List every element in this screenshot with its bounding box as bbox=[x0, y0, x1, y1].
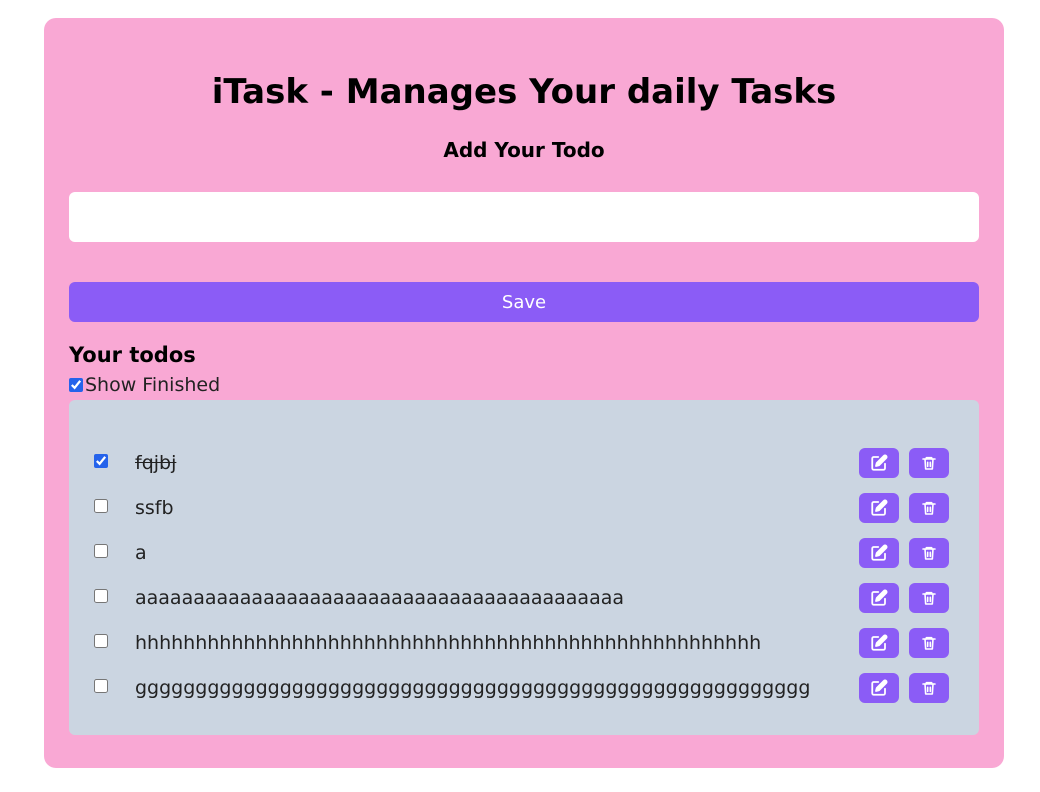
trash-icon bbox=[921, 634, 937, 652]
delete-button[interactable] bbox=[909, 582, 949, 613]
trash-icon bbox=[921, 589, 937, 607]
edit-button[interactable] bbox=[859, 627, 899, 658]
delete-button[interactable] bbox=[909, 537, 949, 568]
todo-text: ssfb bbox=[135, 496, 174, 519]
todo-text: gggggggggggggggggggggggggggggggggggggggg… bbox=[135, 676, 811, 699]
trash-icon bbox=[921, 499, 937, 517]
show-finished-toggle[interactable]: Show Finished bbox=[69, 374, 979, 396]
todo-checkbox[interactable] bbox=[94, 498, 108, 513]
edit-button[interactable] bbox=[859, 672, 899, 703]
delete-button[interactable] bbox=[909, 627, 949, 658]
edit-icon bbox=[870, 634, 888, 652]
todo-text: a bbox=[135, 541, 147, 564]
todo-text: hhhhhhhhhhhhhhhhhhhhhhhhhhhhhhhhhhhhhhhh… bbox=[135, 631, 762, 654]
delete-button[interactable] bbox=[909, 672, 949, 703]
todo-card: iTask - Manages Your daily Tasks Add You… bbox=[44, 18, 1004, 768]
save-button[interactable]: Save bbox=[69, 282, 979, 322]
delete-button[interactable] bbox=[909, 492, 949, 523]
edit-button[interactable] bbox=[859, 492, 899, 523]
edit-button[interactable] bbox=[859, 447, 899, 478]
your-todos-heading: Your todos bbox=[69, 343, 196, 367]
show-finished-label: Show Finished bbox=[85, 374, 221, 396]
add-todo-heading: Add Your Todo bbox=[443, 138, 605, 162]
show-finished-checkbox[interactable] bbox=[69, 378, 83, 392]
delete-button[interactable] bbox=[909, 447, 949, 478]
todo-item: aaaaaaaaaaaaaaaaaaaaaaaaaaaaaaaaaaaaaaaa… bbox=[94, 575, 949, 620]
todo-checkbox[interactable] bbox=[94, 453, 108, 468]
edit-icon bbox=[870, 679, 888, 697]
page-title: iTask - Manages Your daily Tasks bbox=[211, 72, 837, 112]
todo-actions bbox=[859, 627, 949, 658]
todo-list: fqjbj ssfb a aaaaaaaaaaaaaaaaaaaaaaaaaaaaaa… bbox=[69, 400, 979, 735]
todo-actions bbox=[859, 492, 949, 523]
trash-icon bbox=[921, 454, 937, 472]
todo-actions bbox=[859, 447, 949, 478]
todo-actions bbox=[859, 582, 949, 613]
todo-item: a bbox=[94, 530, 949, 575]
edit-button[interactable] bbox=[859, 582, 899, 613]
edit-button[interactable] bbox=[859, 537, 899, 568]
todo-actions bbox=[859, 537, 949, 568]
edit-icon bbox=[870, 589, 888, 607]
todo-item: ssfb bbox=[94, 485, 949, 530]
trash-icon bbox=[921, 679, 937, 697]
todo-checkbox[interactable] bbox=[94, 678, 108, 693]
todo-checkbox[interactable] bbox=[94, 588, 108, 603]
edit-icon bbox=[870, 454, 888, 472]
todo-checkbox[interactable] bbox=[94, 633, 108, 648]
edit-icon bbox=[870, 544, 888, 562]
todo-actions bbox=[859, 672, 949, 703]
todo-text: fqjbj bbox=[135, 451, 177, 474]
edit-icon bbox=[870, 499, 888, 517]
todo-item: gggggggggggggggggggggggggggggggggggggggg… bbox=[94, 665, 949, 710]
todo-checkbox[interactable] bbox=[94, 543, 108, 558]
todo-input[interactable] bbox=[69, 192, 979, 242]
todo-item: hhhhhhhhhhhhhhhhhhhhhhhhhhhhhhhhhhhhhhhh… bbox=[94, 620, 949, 665]
todo-item: fqjbj bbox=[94, 440, 949, 485]
trash-icon bbox=[921, 544, 937, 562]
todo-text: aaaaaaaaaaaaaaaaaaaaaaaaaaaaaaaaaaaaaaaa… bbox=[135, 586, 625, 609]
